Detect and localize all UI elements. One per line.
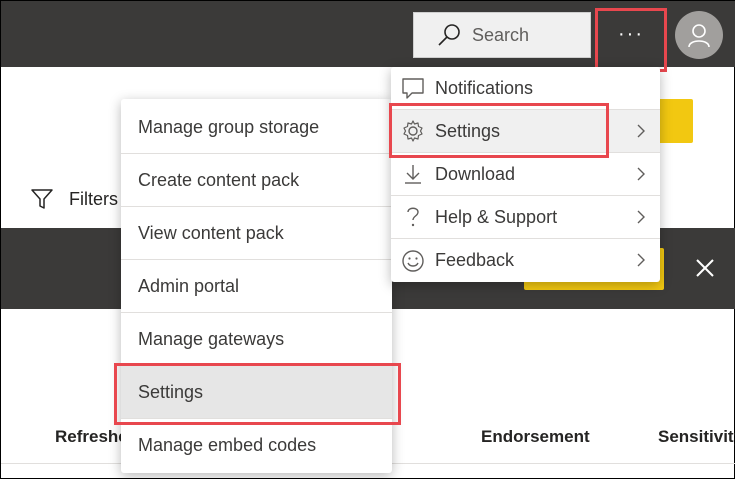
menu-item-label: Manage embed codes [138, 435, 317, 455]
filters-button[interactable]: Filters [31, 188, 118, 210]
search-box[interactable]: Search [413, 12, 591, 58]
menu-item-label: Admin portal [138, 275, 240, 296]
menu-item-feedback[interactable]: Feedback [391, 239, 660, 282]
menu-item-help-support[interactable]: Help & Support [391, 196, 660, 239]
avatar[interactable] [675, 11, 723, 59]
filters-label: Filters [69, 188, 118, 209]
menu-item-create-content-pack[interactable]: Create content pack [121, 154, 392, 207]
menu-item-manage-group-storage[interactable]: Manage group storage [121, 101, 392, 154]
search-label: Search [472, 24, 530, 45]
smiley-icon [402, 249, 424, 272]
menu-item-label: Create content pack [138, 169, 300, 190]
menu-item-manage-embed-codes[interactable]: Manage embed codes [121, 419, 392, 472]
more-options-button[interactable]: ··· [595, 8, 667, 72]
column-header-endorsement[interactable]: Endorsement [481, 427, 590, 447]
help-icon [407, 207, 419, 227]
more-options-icon: ··· [618, 22, 644, 45]
user-icon [688, 24, 710, 48]
menu-item-view-content-pack[interactable]: View content pack [121, 207, 392, 260]
menu-item-manage-gateways[interactable]: Manage gateways [121, 313, 392, 366]
menu-item-label: Manage gateways [138, 328, 285, 349]
menu-item-label: Download [435, 163, 516, 184]
menu-item-label: Feedback [435, 250, 515, 270]
chevron-right-icon [637, 167, 645, 181]
column-header-sensitivity[interactable]: Sensitivity [658, 427, 735, 447]
chevron-right-icon [637, 210, 645, 224]
menu-item-download[interactable]: Download [391, 153, 660, 196]
highlight-box-settings [389, 103, 609, 158]
chevron-right-icon [637, 253, 645, 267]
menu-item-label: Manage group storage [138, 116, 320, 137]
close-icon[interactable] [693, 256, 717, 280]
menu-item-label: Notifications [435, 77, 534, 98]
menu-item-label: View content pack [138, 222, 284, 243]
highlight-box-settings [114, 363, 401, 425]
menu-item-admin-portal[interactable]: Admin portal [121, 260, 392, 313]
more-options-menu: Notifications Settings Download Help & S… [391, 67, 660, 282]
search-icon [438, 24, 460, 46]
chevron-right-icon [637, 124, 645, 138]
filter-icon [31, 189, 53, 209]
download-icon [405, 165, 421, 184]
menu-item-label: Help & Support [435, 206, 558, 227]
notification-icon [402, 78, 424, 99]
